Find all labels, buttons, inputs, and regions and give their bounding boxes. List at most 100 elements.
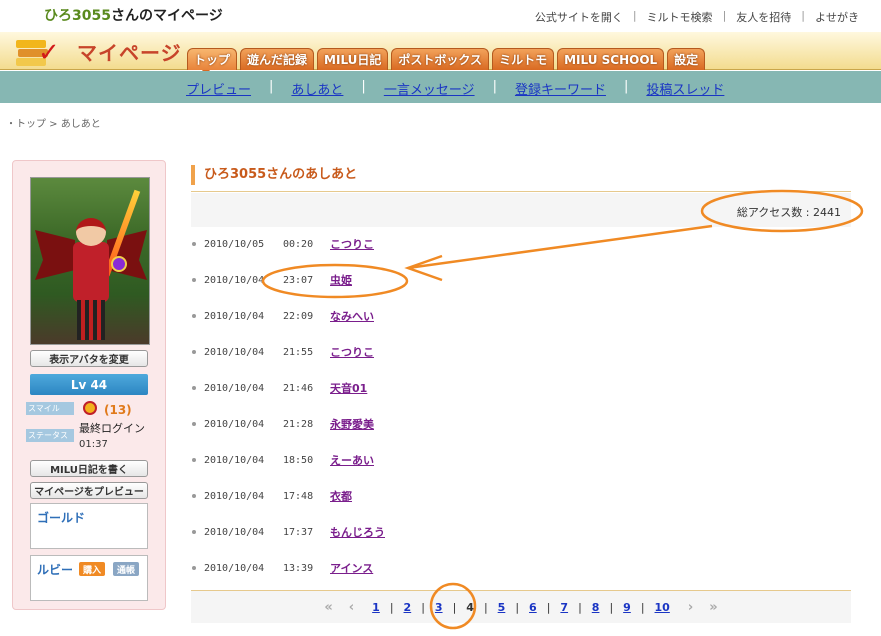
gold-label: ゴールド (37, 511, 86, 525)
tab-milu-diary[interactable]: MILU日記 (317, 48, 389, 70)
page-link[interactable]: 1 (362, 601, 390, 614)
page-link[interactable]: 6 (519, 601, 547, 614)
visit-date: 2010/10/04 (204, 490, 265, 502)
bullet-icon (192, 242, 196, 246)
list-item: 2010/10/05 00:20 こつりこ (191, 226, 851, 262)
visit-date: 2010/10/04 (204, 274, 265, 286)
mypage-logo-icon: ✓ (16, 34, 64, 68)
ruby-label: ルビー (37, 563, 74, 577)
bullet-icon (192, 422, 196, 426)
smile-medal-icon (83, 401, 97, 415)
ruby-passbook-button[interactable]: 通帳 (113, 562, 140, 576)
visitor-link[interactable]: 天音01 (330, 380, 367, 396)
visitor-link[interactable]: なみへい (330, 308, 374, 324)
first-page-icon[interactable]: « (316, 600, 340, 615)
avatar-orb (111, 256, 127, 272)
site-title: ひろ3055さんのマイページ (44, 5, 223, 25)
tab-play-record[interactable]: 遊んだ記録 (240, 48, 315, 70)
visit-date: 2010/10/04 (204, 310, 265, 322)
divider (191, 191, 851, 192)
visit-time: 23:07 (283, 274, 314, 286)
visitor-link[interactable]: もんじろう (330, 524, 385, 540)
visitor-link[interactable]: 永野愛美 (330, 416, 374, 432)
prev-page-icon[interactable]: ‹ (341, 600, 362, 615)
mypage-title: マイページ (77, 41, 182, 65)
tab-bar: ✓ マイページ トップ 遊んだ記録 MILU日記 ポストボックス ミルトモ MI… (0, 32, 881, 75)
subnav-ashiato[interactable]: あしあと (291, 79, 343, 98)
visitor-link[interactable]: えーあい (330, 452, 374, 468)
subnav-separator: | (492, 79, 497, 94)
list-item: 2010/10/04 17:48 衣都 (191, 478, 851, 514)
bullet-icon (192, 350, 196, 354)
subnav-preview[interactable]: プレビュー (186, 79, 251, 98)
milutomo-search-link[interactable]: ミルトモ検索 (637, 9, 723, 25)
site-user-name: ひろ3055 (44, 8, 111, 24)
visit-date: 2010/10/04 (204, 562, 265, 574)
tab-postbox[interactable]: ポストボックス (391, 48, 490, 70)
list-item: 2010/10/04 13:39 アインス (191, 550, 851, 586)
page-link[interactable]: 2 (394, 601, 422, 614)
main-tabs: トップ 遊んだ記録 MILU日記 ポストボックス ミルトモ MILU SCHOO… (187, 48, 708, 70)
write-diary-button[interactable]: MILU日記を書く (30, 460, 148, 477)
list-item: 2010/10/04 17:37 もんじろう (191, 514, 851, 550)
gold-panel: ゴールド (30, 503, 148, 549)
visit-time: 21:55 (283, 346, 314, 358)
preview-mypage-button[interactable]: マイページをプレビュー (30, 482, 148, 499)
yosegaki-link[interactable]: よせがき (805, 9, 869, 25)
subnav-threads[interactable]: 投稿スレッド (646, 79, 724, 98)
bullet-icon (192, 530, 196, 534)
visit-time: 13:39 (283, 562, 314, 574)
tab-settings[interactable]: 設定 (667, 48, 706, 70)
list-item: 2010/10/04 21:46 天音01 (191, 370, 851, 406)
page-link[interactable]: 9 (613, 601, 641, 614)
list-item: 2010/10/04 21:28 永野愛美 (191, 406, 851, 442)
subnav-separator: | (361, 79, 366, 94)
page-link[interactable]: 8 (582, 601, 610, 614)
smile-label: スマイル (26, 402, 74, 415)
current-page: 4 (466, 600, 474, 614)
status-label: ステータス (26, 429, 74, 442)
visitor-link[interactable]: アインス (330, 560, 373, 576)
bullet-icon (192, 314, 196, 318)
subnav-message[interactable]: 一言メッセージ (384, 79, 475, 98)
visitor-link[interactable]: 虫姫 (330, 272, 352, 288)
subnav-separator: | (623, 79, 629, 94)
visit-time: 22:09 (283, 310, 314, 322)
tab-milutomo[interactable]: ミルトモ (492, 48, 555, 70)
subnav-keywords[interactable]: 登録キーワード (515, 79, 606, 98)
visitor-link[interactable]: 衣都 (330, 488, 352, 504)
tab-top[interactable]: トップ (187, 48, 238, 70)
visit-date: 2010/10/04 (204, 418, 265, 430)
visit-date: 2010/10/04 (204, 454, 265, 466)
checkmark-icon: ✓ (38, 38, 60, 68)
visit-date: 2010/10/04 (204, 526, 265, 538)
page-link[interactable]: 5 (488, 601, 516, 614)
visit-date: 2010/10/05 (204, 238, 265, 250)
visitor-link[interactable]: こつりこ (330, 236, 374, 252)
subnav-separator: | (269, 79, 274, 94)
visit-time: 17:37 (283, 526, 314, 538)
visitor-link[interactable]: こつりこ (330, 344, 374, 360)
page-link[interactable]: 3 (425, 601, 453, 614)
avatar-wing (35, 230, 75, 280)
visit-date: 2010/10/04 (204, 382, 265, 394)
visit-date: 2010/10/04 (204, 346, 265, 358)
avatar-legs (77, 300, 105, 340)
invite-friend-link[interactable]: 友人を招待 (726, 9, 801, 25)
tab-milu-school[interactable]: MILU SCHOOL (557, 48, 665, 70)
level-bar: Lv 44 (30, 374, 148, 395)
visit-time: 21:28 (283, 418, 314, 430)
last-page-icon[interactable]: » (701, 600, 725, 615)
page-link[interactable]: 10 (645, 601, 680, 614)
page-link[interactable]: 7 (550, 601, 578, 614)
profile-sidebar: 表示アバタを変更 Lv 44 スマイル (13) ステータス 最終ログイン 01… (12, 160, 166, 610)
next-page-icon[interactable]: › (680, 600, 701, 615)
official-site-link[interactable]: 公式サイトを開く (525, 9, 633, 25)
sub-nav: プレビュー | あしあと | 一言メッセージ | 登録キーワード | 投稿スレッ… (0, 71, 881, 103)
site-title-suffix: さんのマイページ (110, 8, 223, 24)
change-avatar-button[interactable]: 表示アバタを変更 (30, 350, 148, 367)
bullet-icon (192, 494, 196, 498)
pagination: « ‹ 1 | 2 | 3 | 4 | 5 | 6 | 7 | 8 | 9 | 10 › » (191, 591, 851, 623)
buy-ruby-button[interactable]: 購入 (79, 562, 106, 576)
list-item: 2010/10/04 21:55 こつりこ (191, 334, 851, 370)
